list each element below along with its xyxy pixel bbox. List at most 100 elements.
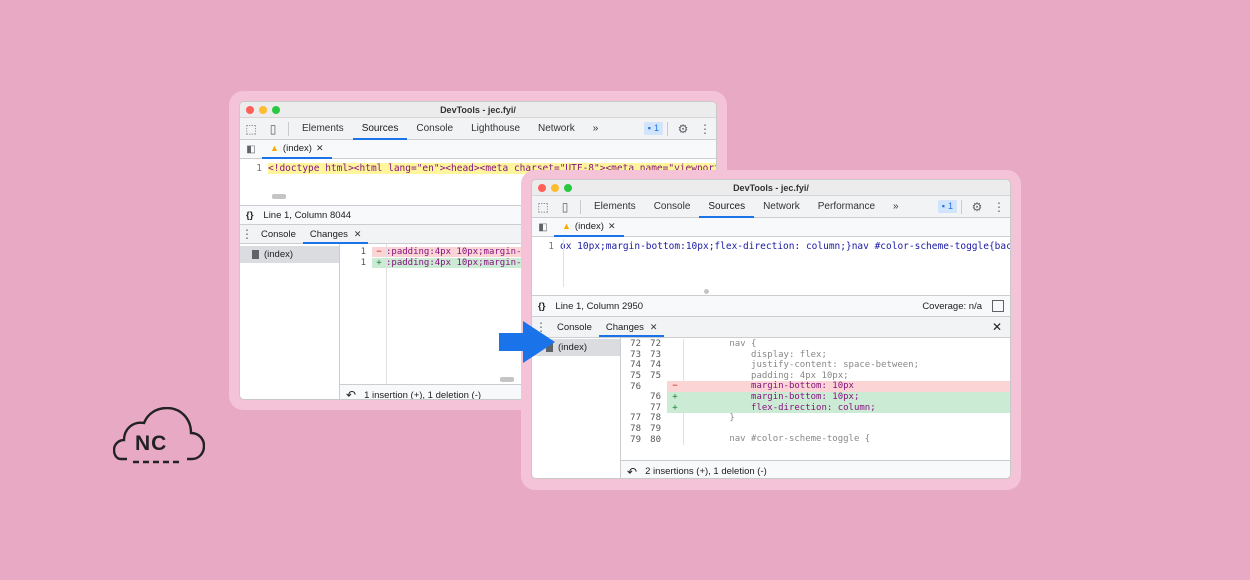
changes-panel: (index) 72 72 nav {73 73 display: flex; 74 7…	[532, 338, 1010, 479]
nc-logo: NC	[112, 406, 206, 467]
toggle-navigator-icon[interactable]: ◧	[532, 216, 554, 238]
tab-performance[interactable]: Performance	[809, 196, 884, 218]
titlebar: DevTools - jec.fyi/	[240, 102, 716, 118]
toggle-navigator-icon[interactable]: ◧	[240, 138, 262, 160]
horizontal-scrollbar[interactable]	[272, 194, 286, 199]
new-line-number: 73	[650, 349, 661, 360]
line-number: 1	[360, 246, 366, 257]
file-tab-label: (index)	[282, 142, 312, 154]
more-vertical-icon[interactable]: ⋮	[694, 118, 716, 140]
drawer-tabs: ⋮ Console Changes ✕ ✕	[532, 317, 1010, 338]
diff-sign	[667, 350, 683, 361]
status-bar: {} Line 1, Column 2950 Coverage: n/a	[532, 295, 1010, 317]
diff-sign: +	[667, 391, 683, 403]
sidebar-file-label: (index)	[558, 342, 588, 353]
diff-sign	[667, 371, 683, 382]
gear-icon[interactable]: ⚙	[672, 118, 694, 140]
changes-summary: 2 insertions (+), 1 deletion (-)	[645, 466, 767, 477]
issues-badge[interactable]: ▪ 1	[937, 200, 957, 213]
drawer-tab-changes-label: Changes	[605, 321, 644, 333]
file-tab-index[interactable]: ▲ (index) ✕	[554, 218, 624, 237]
horizontal-scrollbar[interactable]	[500, 377, 514, 382]
diff-line: 73 73 display: flex;	[621, 349, 1010, 361]
close-icon[interactable]: ✕	[354, 225, 362, 244]
tab-elements[interactable]: Elements	[293, 118, 353, 140]
new-line-number: 80	[650, 434, 661, 445]
diff-line: 77 + flex-direction: column;	[621, 402, 1010, 414]
code-text: ox 10px;margin-bottom:10px;flex-directio…	[560, 240, 1010, 252]
toolbar-divider	[288, 121, 289, 136]
coverage-icon[interactable]	[992, 300, 1004, 312]
drawer-tab-changes[interactable]: Changes ✕	[598, 318, 665, 337]
diff-sign: −	[667, 381, 683, 392]
old-line-number: 74	[630, 360, 641, 371]
more-vertical-icon[interactable]: ⋮	[988, 196, 1010, 218]
new-line-number: 76	[650, 392, 661, 403]
close-icon[interactable]: ✕	[608, 221, 616, 232]
old-line-number: 76	[630, 381, 641, 392]
file-tab-index[interactable]: ▲ (index) ✕	[262, 140, 332, 159]
sidebar-file-index[interactable]: (index)	[240, 246, 339, 263]
diff-line: 79 80 nav #color-scheme-toggle {	[621, 434, 1010, 445]
front-devtools-window: DevTools - jec.fyi/ ⬚ ▯ Elements Console…	[531, 179, 1011, 479]
code-editor[interactable]: 1 ox 10px;margin-bottom:10px;flex-direct…	[532, 239, 1010, 295]
more-tabs-button[interactable]: »	[584, 118, 608, 140]
undo-icon[interactable]: ↶	[627, 465, 637, 479]
drawer-tab-console[interactable]: Console	[254, 225, 303, 244]
toolbar-divider	[667, 121, 668, 136]
issues-badge[interactable]: ▪ 1	[643, 122, 663, 135]
old-line-number: 73	[630, 349, 641, 360]
code-line: 1 ox 10px;margin-bottom:10px;flex-direct…	[532, 239, 1010, 253]
diff-line: 76 + margin-bottom: 10px;	[621, 391, 1010, 403]
gutter-line	[563, 239, 564, 287]
diff-view: 72 72 nav {73 73 display: flex; 74 74 justif…	[621, 338, 1010, 479]
old-line-number: 77	[630, 413, 641, 424]
tab-console[interactable]: Console	[645, 196, 700, 218]
coverage-status: Coverage: n/a	[922, 300, 982, 312]
issues-count: 1	[947, 201, 953, 211]
diff-text: nav #color-scheme-toggle {	[686, 434, 871, 445]
drawer-tab-console[interactable]: Console	[550, 318, 599, 337]
new-line-number: 75	[650, 371, 661, 382]
window-title: DevTools - jec.fyi/	[440, 105, 516, 115]
new-line-number: 77	[650, 402, 661, 413]
more-tabs-button[interactable]: »	[884, 196, 908, 218]
diff-sign	[667, 424, 683, 435]
tab-sources[interactable]: Sources	[699, 196, 754, 218]
diff-sign	[667, 413, 683, 424]
tab-elements[interactable]: Elements	[585, 196, 645, 218]
tab-sources[interactable]: Sources	[352, 118, 408, 140]
main-toolbar: ⬚ ▯ Elements Sources Console Lighthouse …	[240, 118, 716, 140]
drawer-menu-icon[interactable]: ⋮	[240, 223, 254, 245]
arrow-right-icon	[499, 321, 555, 363]
diff-sign: +	[372, 257, 386, 268]
drawer-tab-changes-label: Changes	[309, 228, 348, 240]
scroll-indicator[interactable]	[704, 289, 709, 294]
tab-lighthouse[interactable]: Lighthouse	[462, 118, 529, 140]
tab-console[interactable]: Console	[407, 118, 462, 140]
changes-summary-bar: ↶ 2 insertions (+), 1 deletion (-)	[621, 460, 1010, 479]
inspect-icon[interactable]: ⬚	[532, 196, 554, 218]
message-icon: ▪	[647, 123, 651, 133]
close-icon[interactable]: ✕	[316, 143, 324, 154]
diff-lines: 72 72 nav {73 73 display: flex; 74 74 justif…	[621, 339, 1010, 445]
diff-text: flex-direction: column;	[684, 402, 1010, 414]
format-icon[interactable]: {}	[246, 210, 253, 221]
cursor-position: Line 1, Column 8044	[263, 209, 352, 221]
device-toggle-icon[interactable]: ▯	[554, 196, 576, 218]
file-tab-label: (index)	[574, 220, 604, 232]
device-toggle-icon[interactable]: ▯	[262, 118, 284, 140]
inspect-icon[interactable]: ⬚	[240, 118, 262, 140]
drawer-tab-changes[interactable]: Changes ✕	[302, 225, 369, 244]
close-icon[interactable]: ✕	[650, 318, 658, 337]
window-title: DevTools - jec.fyi/	[733, 183, 809, 193]
tab-network[interactable]: Network	[529, 118, 584, 140]
close-drawer-icon[interactable]: ✕	[992, 320, 1002, 334]
format-icon[interactable]: {}	[538, 301, 545, 312]
undo-icon[interactable]: ↶	[346, 388, 356, 399]
changes-sidebar: (index)	[240, 244, 340, 399]
warning-icon: ▲	[562, 221, 571, 231]
gear-icon[interactable]: ⚙	[966, 196, 988, 218]
tab-network[interactable]: Network	[754, 196, 809, 218]
diff-text	[684, 424, 1010, 435]
